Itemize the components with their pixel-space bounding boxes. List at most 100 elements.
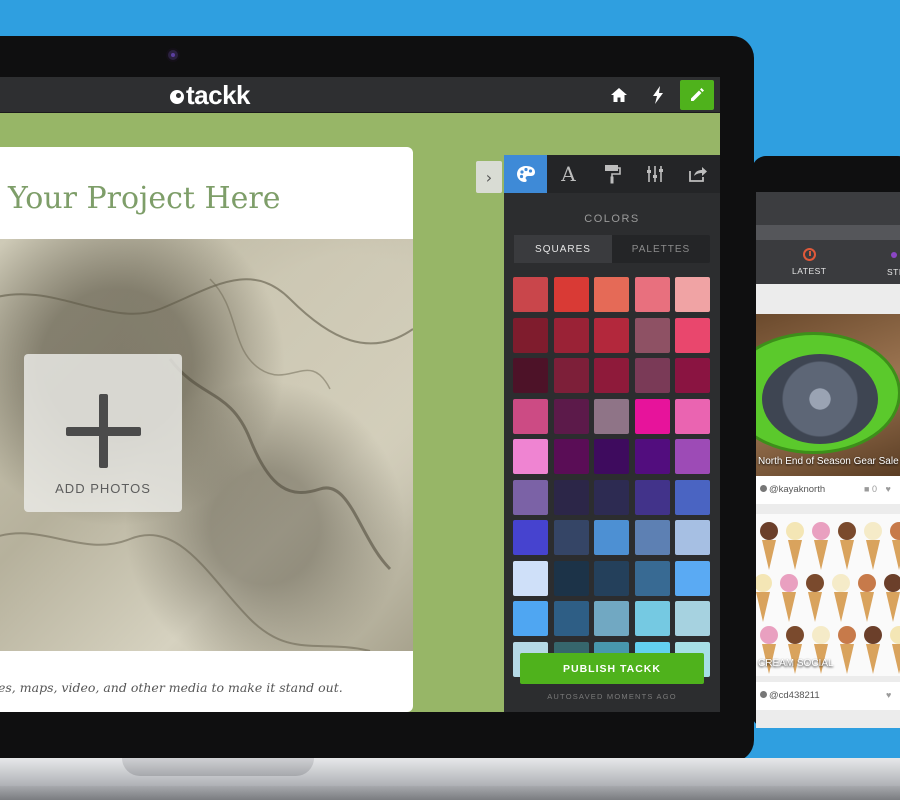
color-swatch[interactable] [675, 560, 710, 596]
color-swatch[interactable] [513, 520, 548, 555]
color-swatch[interactable] [634, 520, 670, 555]
color-swatch[interactable] [553, 277, 589, 312]
tab-colors[interactable] [504, 155, 547, 193]
app-topbar: tackk [0, 77, 720, 113]
ice-cream-cone [760, 522, 778, 574]
color-swatch[interactable] [553, 358, 589, 393]
color-swatch[interactable] [634, 439, 670, 474]
post-title: North End of Season Gear Sale [758, 456, 899, 467]
bolt-icon[interactable] [643, 81, 673, 109]
post-stats: ■ 0 ♥ [864, 484, 891, 494]
project-description[interactable]: es, maps, video, and other media to make… [0, 680, 343, 695]
feed-post[interactable]: CREAM SOCIAL [756, 514, 900, 676]
ice-cream-cone [812, 522, 830, 574]
color-swatch[interactable] [634, 479, 670, 515]
tab-latest[interactable]: LATEST [792, 248, 826, 276]
logo-text: tackk [186, 79, 251, 110]
color-swatch[interactable] [553, 520, 589, 555]
color-swatch[interactable] [594, 358, 629, 393]
color-swatch[interactable] [553, 601, 589, 636]
color-swatch[interactable] [513, 358, 548, 393]
feed-post[interactable]: North End of Season Gear Sale [756, 314, 900, 476]
color-swatch[interactable] [594, 439, 629, 474]
color-swatch[interactable] [553, 560, 589, 596]
publish-button[interactable]: PUBLISH TACKK [520, 653, 704, 684]
color-swatch[interactable] [553, 398, 589, 434]
paint-roller-icon [604, 165, 621, 184]
comment-count: 0 [871, 484, 877, 494]
color-swatch[interactable] [594, 560, 629, 596]
color-swatch[interactable] [553, 439, 589, 474]
color-swatch[interactable] [553, 479, 589, 515]
laptop-screen: tackk Your Project Here ADD PHOTOS es, m… [0, 77, 720, 712]
ice-cream-cone [884, 574, 900, 626]
color-swatch[interactable] [594, 520, 629, 555]
color-swatch[interactable] [675, 358, 710, 393]
color-swatch[interactable] [634, 560, 670, 596]
panel-tabs: A [504, 155, 720, 193]
sliders-icon [646, 166, 663, 182]
color-swatch[interactable] [513, 317, 548, 353]
color-swatch[interactable] [675, 398, 710, 434]
palettes-tab[interactable]: PALETTES [612, 235, 710, 263]
color-swatch[interactable] [675, 317, 710, 353]
colors-heading: COLORS [584, 213, 640, 225]
color-swatch[interactable] [675, 520, 710, 555]
color-swatch[interactable] [513, 439, 548, 474]
tackk-logo[interactable]: tackk [170, 79, 251, 110]
post-author[interactable]: @cd438211 [760, 690, 820, 701]
edit-pencil-button[interactable] [680, 80, 714, 110]
webcam [166, 48, 180, 62]
color-swatch[interactable] [594, 277, 629, 312]
tablet-topbar [756, 192, 900, 225]
post-author[interactable]: @kayaknorth [760, 484, 825, 495]
add-photos-button[interactable]: ADD PHOTOS [24, 354, 182, 512]
logo-mark-icon [170, 90, 184, 104]
color-swatch[interactable] [675, 277, 710, 312]
comment-icon: ■ [864, 484, 870, 494]
color-swatch[interactable] [634, 358, 670, 393]
project-card: Your Project Here ADD PHOTOS es, maps, v… [0, 147, 413, 712]
design-panel: A COLORS SQUARES PALETTES PUBLISH TACKK … [504, 155, 720, 712]
tab-fonts[interactable]: A [547, 155, 590, 193]
home-icon[interactable] [604, 81, 634, 109]
kayak-hatch [762, 354, 878, 444]
color-swatch[interactable] [675, 601, 710, 636]
color-swatch[interactable] [594, 398, 629, 434]
color-swatch[interactable] [634, 317, 670, 353]
color-swatch[interactable] [675, 439, 710, 474]
tablet-screen: LATEST STR North End of Season Gear Sale… [756, 192, 900, 728]
plus-icon-bar [66, 427, 141, 436]
color-swatch[interactable] [634, 601, 670, 636]
tab-settings[interactable] [633, 155, 676, 193]
ice-cream-cone [832, 574, 850, 626]
ice-cream-cone [858, 574, 876, 626]
share-icon [688, 167, 707, 182]
color-swatch[interactable] [513, 479, 548, 515]
ice-cream-cone [864, 522, 882, 574]
color-swatch[interactable] [513, 601, 548, 636]
project-title[interactable]: Your Project Here [8, 181, 281, 216]
color-swatch[interactable] [594, 317, 629, 353]
color-swatch[interactable] [513, 560, 548, 596]
color-swatch[interactable] [553, 317, 589, 353]
color-swatch[interactable] [594, 601, 629, 636]
color-swatch[interactable] [594, 479, 629, 515]
tab-streams-label: STR [887, 267, 900, 277]
font-icon: A [561, 162, 576, 186]
tab-streams[interactable]: STR [887, 248, 900, 277]
color-swatch[interactable] [634, 398, 670, 434]
pencil-icon [691, 88, 704, 101]
color-swatch[interactable] [513, 398, 548, 434]
heart-icon[interactable]: ♥ [885, 484, 890, 494]
squares-tab[interactable]: SQUARES [514, 235, 612, 263]
collapse-panel-button[interactable]: › [476, 161, 502, 193]
tablet-subbar [756, 225, 900, 240]
heart-icon[interactable]: ♥ [886, 690, 891, 700]
color-swatch[interactable] [675, 479, 710, 515]
dot-icon [891, 252, 897, 258]
tab-share[interactable] [676, 155, 719, 193]
tab-paint[interactable] [590, 155, 633, 193]
color-swatch[interactable] [513, 277, 548, 312]
color-swatch[interactable] [634, 277, 670, 312]
